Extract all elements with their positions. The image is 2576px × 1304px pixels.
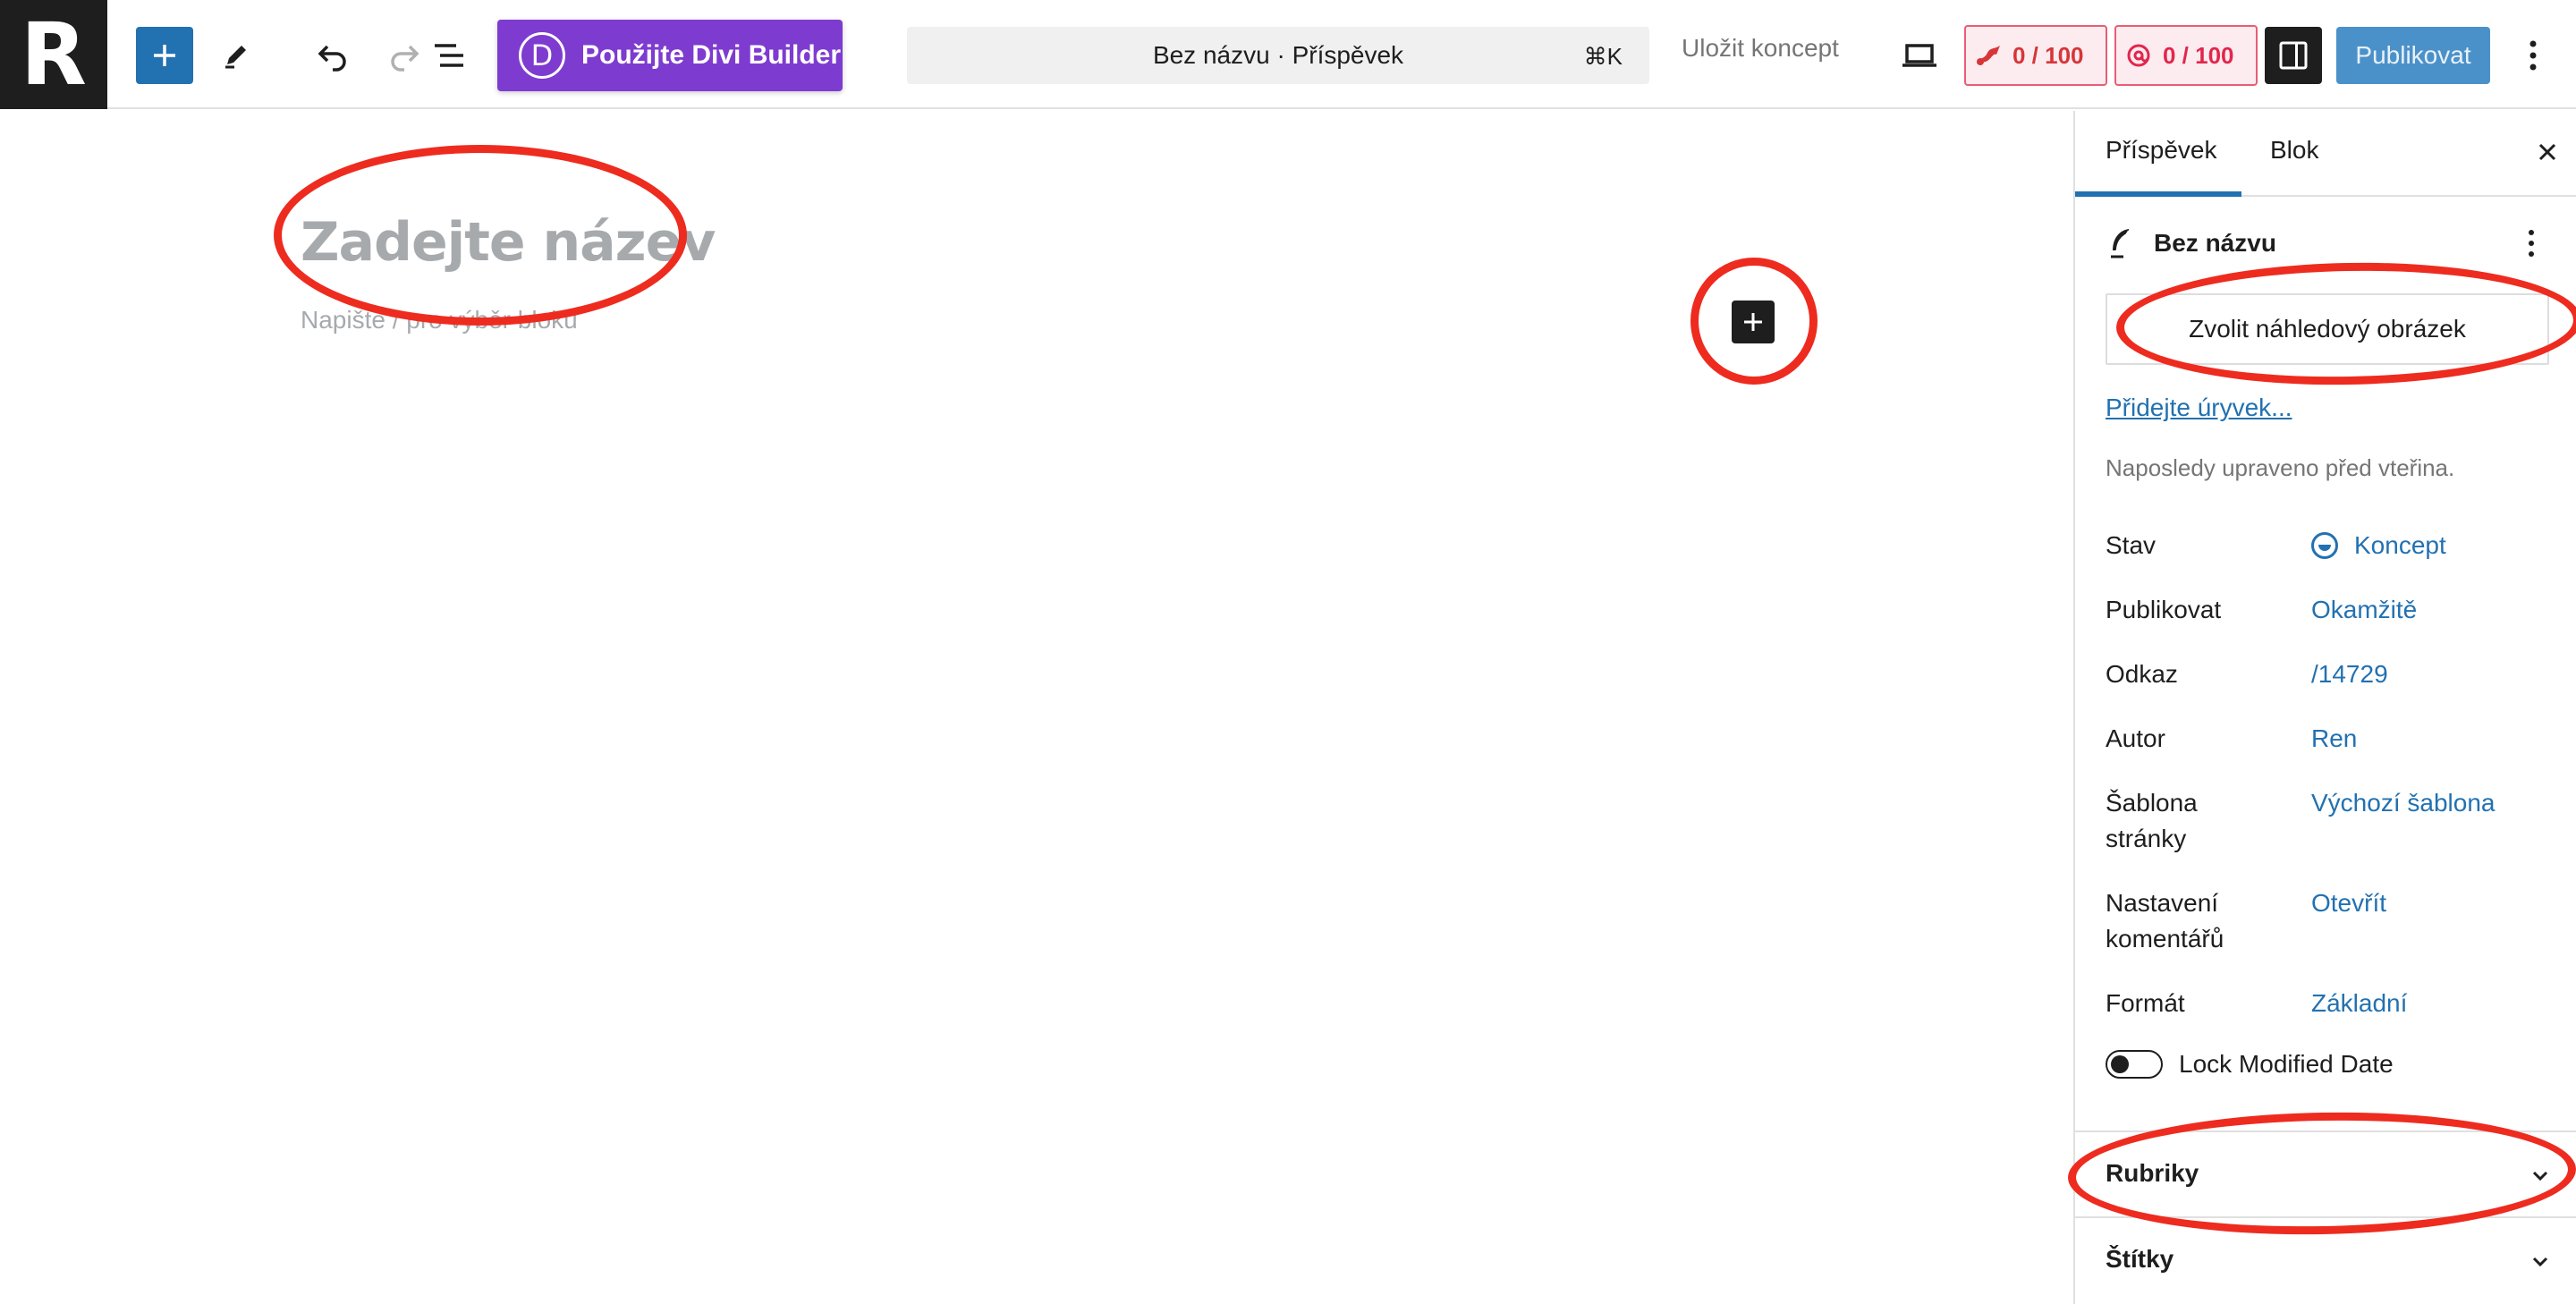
more-vertical-icon bbox=[2529, 40, 2537, 71]
publish-date-button[interactable]: Okamžitě bbox=[2311, 592, 2417, 628]
summary-key: Formát bbox=[2106, 989, 2185, 1017]
last-edited-text: Naposledy upraveno před vteřina. bbox=[2106, 454, 2455, 481]
post-card-header: Bez názvu bbox=[2106, 222, 2553, 265]
active-tab-indicator bbox=[2075, 191, 2241, 197]
summary-key: Stav bbox=[2106, 531, 2157, 559]
sidebar-icon bbox=[2279, 41, 2308, 70]
document-title: Bez názvu · Příspěvek bbox=[1152, 41, 1404, 69]
editor-toolbar: R D Použijte Divi Builder Bez názvu · Př… bbox=[0, 0, 2576, 109]
plus-icon bbox=[154, 45, 175, 66]
author-button[interactable]: Ren bbox=[2311, 721, 2357, 757]
inline-block-inserter-button[interactable] bbox=[1732, 301, 1775, 343]
status-value-button[interactable]: Koncept bbox=[2311, 528, 2446, 563]
summary-key: Autor bbox=[2106, 724, 2165, 752]
preview-button[interactable] bbox=[1891, 27, 1948, 84]
undo-button[interactable] bbox=[304, 27, 361, 84]
divi-builder-button[interactable]: D Použijte Divi Builder bbox=[497, 20, 843, 91]
editor-canvas: Zadejte název Napište / pro výběr bloku bbox=[0, 111, 2073, 1304]
document-overview-button[interactable] bbox=[420, 27, 478, 84]
close-sidebar-button[interactable] bbox=[2528, 132, 2567, 172]
set-featured-image-button[interactable]: Zvolit náhledový obrázek bbox=[2106, 293, 2549, 365]
readability-score-value: 0 / 100 bbox=[2163, 41, 2234, 69]
divi-builder-label: Použijte Divi Builder bbox=[581, 40, 842, 70]
site-logo-letter: R bbox=[21, 4, 87, 105]
post-actions-button[interactable] bbox=[2513, 224, 2549, 263]
redo-icon bbox=[391, 45, 419, 72]
lock-modified-date-toggle[interactable] bbox=[2106, 1050, 2163, 1079]
lock-modified-date-label: Lock Modified Date bbox=[2179, 1050, 2394, 1078]
summary-key: Odkaz bbox=[2106, 660, 2178, 688]
categories-panel-toggle[interactable]: Rubriky bbox=[2075, 1130, 2576, 1216]
chevron-down-icon bbox=[2524, 1159, 2556, 1191]
wordpress-editor: R D Použijte Divi Builder Bez názvu · Př… bbox=[0, 0, 2576, 1304]
lock-modified-date-row: Lock Modified Date bbox=[2106, 1046, 2553, 1082]
summary-key: Šablona stránky bbox=[2106, 789, 2198, 852]
readability-score-button[interactable]: 0 / 100 bbox=[2114, 25, 2258, 86]
add-excerpt-link[interactable]: Přidejte úryvek... bbox=[2106, 394, 2292, 422]
categories-panel-title: Rubriky bbox=[2106, 1159, 2199, 1187]
seo-analysis-icon bbox=[1977, 46, 2000, 65]
settings-sidebar-toggle[interactable] bbox=[2265, 27, 2322, 84]
summary-key: Publikovat bbox=[2106, 596, 2222, 623]
chevron-down-icon bbox=[2524, 1245, 2556, 1277]
readability-icon bbox=[2127, 44, 2150, 67]
save-draft-button[interactable]: Uložit koncept bbox=[1682, 34, 1839, 63]
post-feather-icon bbox=[2111, 229, 2130, 258]
permalink-button[interactable]: /14729 bbox=[2311, 656, 2388, 692]
draft-status-icon bbox=[2311, 532, 2338, 559]
tags-panel-title: Štítky bbox=[2106, 1245, 2174, 1273]
block-inserter-button[interactable] bbox=[136, 27, 193, 84]
plus-icon bbox=[1744, 313, 1762, 331]
command-palette-bar[interactable]: Bez názvu · Příspěvek ⌘K bbox=[907, 27, 1649, 84]
tab-block[interactable]: Blok bbox=[2270, 136, 2318, 165]
sidebar-tabs: Příspěvek Blok bbox=[2075, 111, 2576, 197]
command-shortcut: ⌘K bbox=[1583, 43, 1623, 70]
divi-logo-icon: D bbox=[519, 32, 565, 79]
tags-panel-toggle[interactable]: Štítky bbox=[2075, 1216, 2576, 1302]
status-value: Koncept bbox=[2354, 531, 2446, 559]
toggle-knob bbox=[2111, 1055, 2129, 1073]
undo-icon bbox=[318, 45, 346, 72]
seo-score-button[interactable]: 0 / 100 bbox=[1964, 25, 2107, 86]
post-title-input[interactable]: Zadejte název bbox=[301, 211, 716, 274]
seo-score-value: 0 / 100 bbox=[2012, 41, 2084, 69]
comments-button[interactable]: Otevřít bbox=[2311, 885, 2386, 921]
options-menu-button[interactable] bbox=[2504, 27, 2562, 84]
more-vertical-icon bbox=[2529, 230, 2534, 257]
tools-button[interactable] bbox=[208, 27, 265, 84]
site-logo[interactable]: R bbox=[0, 0, 107, 109]
summary-key: Nastavení komentářů bbox=[2106, 889, 2224, 953]
pencil-icon bbox=[225, 46, 246, 69]
post-name: Bez názvu bbox=[2154, 229, 2276, 257]
list-view-icon bbox=[435, 44, 463, 67]
template-button[interactable]: Výchozí šablona bbox=[2311, 785, 2495, 821]
settings-sidebar: Příspěvek Blok Bez názvu Zvolit náhledov… bbox=[2073, 111, 2576, 1304]
close-icon bbox=[2538, 143, 2556, 161]
tab-post[interactable]: Příspěvek bbox=[2106, 136, 2217, 165]
publish-button[interactable]: Publikovat bbox=[2336, 27, 2490, 84]
block-appender[interactable]: Napište / pro výběr bloku bbox=[301, 306, 578, 334]
laptop-icon bbox=[1902, 44, 1936, 67]
format-button[interactable]: Základní bbox=[2311, 986, 2407, 1021]
